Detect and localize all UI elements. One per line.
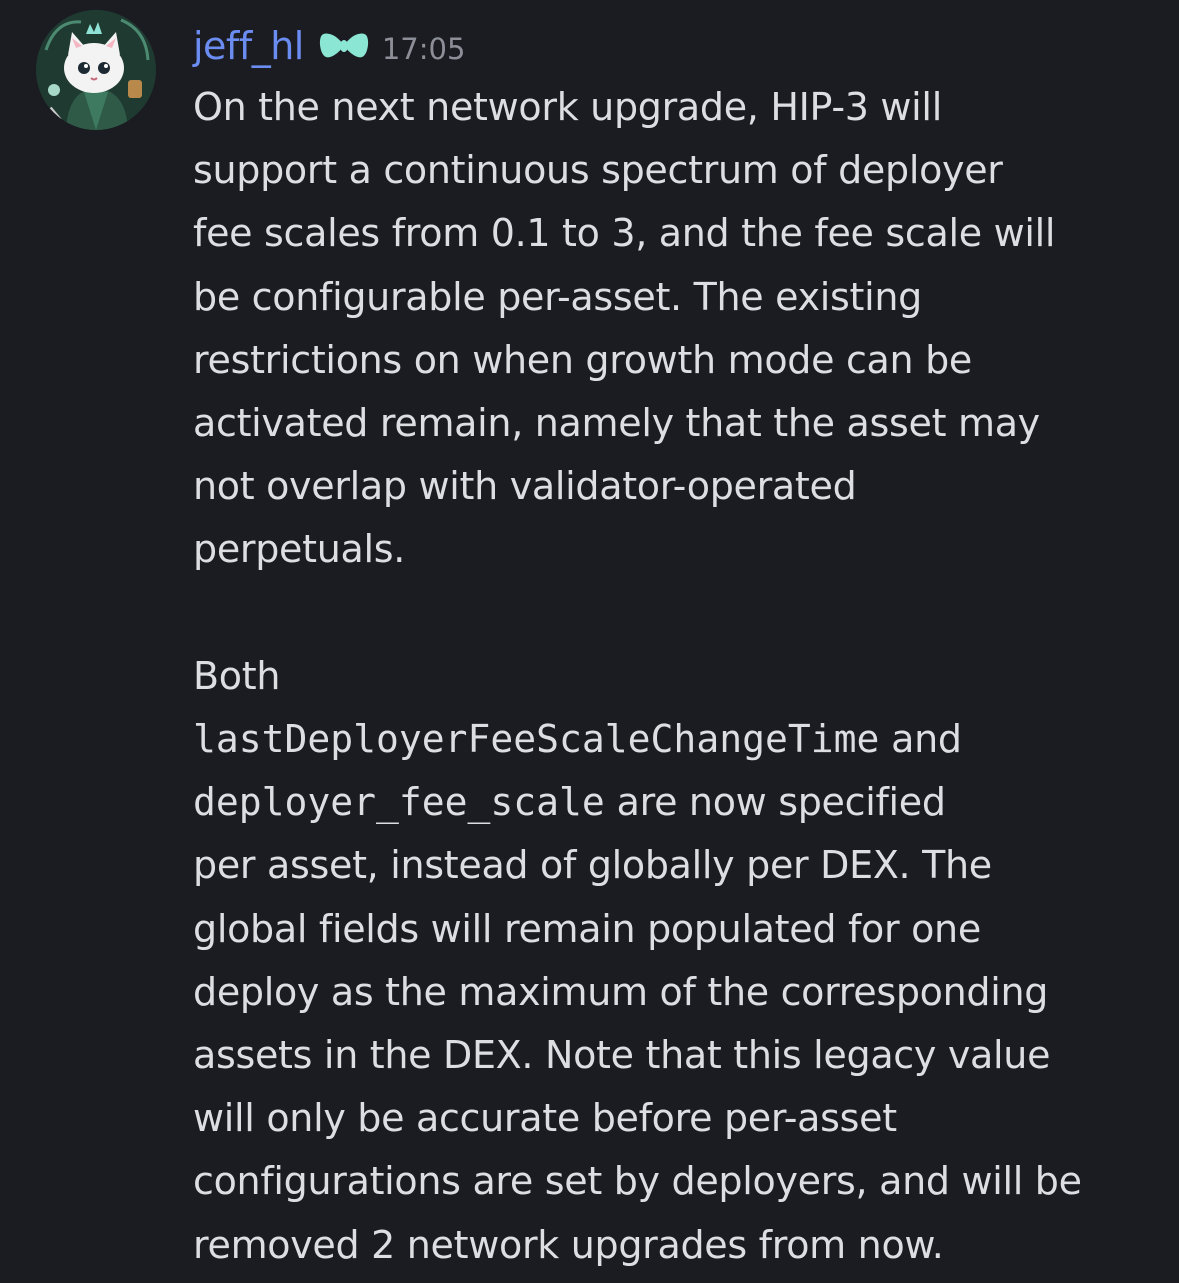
- code-line: deployer_fee_scale are now specified: [193, 771, 1173, 834]
- butterfly-badge-icon[interactable]: [318, 29, 370, 63]
- text-line: restrictions on when growth mode can be: [193, 337, 973, 382]
- text-fragment: and: [879, 717, 962, 762]
- text-line: not overlap with validator-operated: [193, 464, 857, 509]
- text-line: support a continuous spectrum of deploye…: [193, 148, 1003, 193]
- message-timestamp: 17:05: [381, 32, 466, 66]
- text-line: On the next network upgrade, HIP-3 will: [193, 85, 942, 129]
- message-paragraph-2: Both lastDeployerFeeScaleChangeTime and …: [193, 645, 1173, 1277]
- text-line: perpetuals.: [193, 527, 406, 572]
- text-fragment: are now specified: [604, 780, 946, 825]
- message-paragraph-1: On the next network upgrade, HIP-3 will …: [193, 76, 1173, 582]
- text-line: will only be accurate before per-asset: [193, 1096, 897, 1141]
- inline-code-fee-scale-change-time: lastDeployerFeeScaleChangeTime: [193, 717, 880, 762]
- text-line: global fields will remain populated for …: [193, 906, 981, 951]
- inline-code-deployer-fee-scale: deployer_fee_scale: [193, 780, 605, 825]
- text-line: deploy as the maximum of the correspondi…: [193, 969, 1049, 1014]
- message-header: jeff_hl 17:05: [193, 18, 465, 74]
- text-line: fee scales from 0.1 to 3, and the fee sc…: [193, 211, 1056, 256]
- text-line: assets in the DEX. Note that this legacy…: [193, 1033, 1051, 1078]
- chat-message: jeff_hl 17:05 On the next network upgrad…: [0, 0, 1179, 1283]
- text-line: Both: [193, 653, 281, 698]
- code-line: lastDeployerFeeScaleChangeTime and: [193, 708, 1173, 771]
- text-line: be configurable per-asset. The existing: [193, 274, 922, 319]
- username[interactable]: jeff_hl: [193, 24, 304, 68]
- cat-avatar-icon: [36, 10, 156, 130]
- text-line: removed 2 network upgrades from now.: [193, 1222, 944, 1267]
- text-line: activated remain, namely that the asset …: [193, 401, 1040, 446]
- text-line: configurations are set by deployers, and…: [193, 1159, 1082, 1204]
- message-content: On the next network upgrade, HIP-3 will …: [193, 76, 1173, 1277]
- user-avatar[interactable]: [36, 10, 156, 130]
- text-line: per asset, instead of globally per DEX. …: [193, 843, 992, 888]
